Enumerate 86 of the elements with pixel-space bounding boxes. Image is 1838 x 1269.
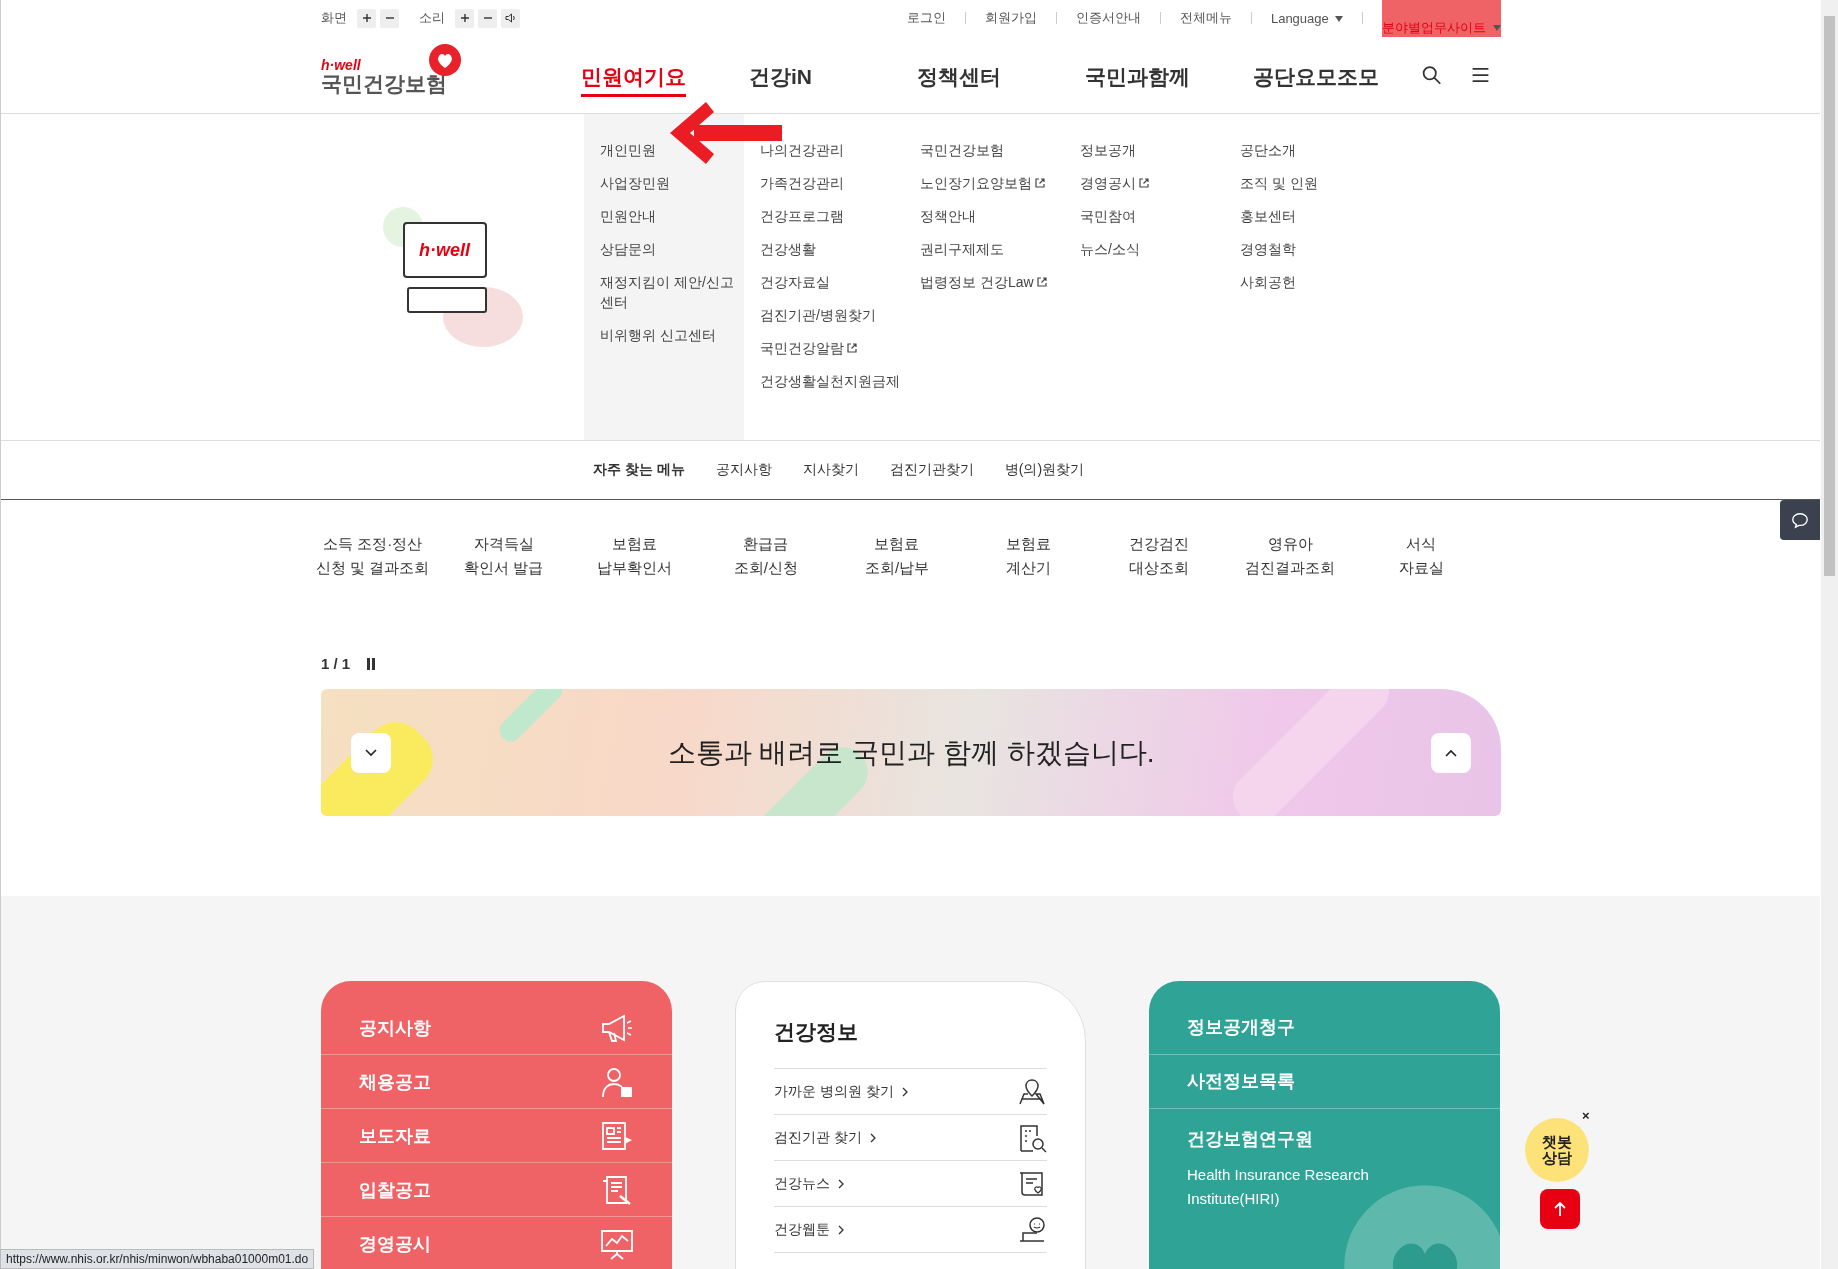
quick-link[interactable]: 병(의)원찾기 [1004, 461, 1085, 479]
submenu-link[interactable]: 법령정보 건강Law [920, 272, 1064, 292]
volume-down-button[interactable] [478, 8, 497, 28]
speaker-button[interactable] [501, 8, 520, 28]
health-link[interactable]: 검진기관 찾기 [774, 1115, 1047, 1161]
submenu-link[interactable]: 경영공시 [1080, 173, 1224, 193]
submenu-link[interactable]: 상담문의 [600, 239, 744, 259]
nav-tab[interactable]: 민원여기요 [581, 52, 749, 97]
nav-tab[interactable]: 공단요모조모 [1253, 52, 1421, 97]
chevron-down-icon [365, 748, 377, 757]
utility-link[interactable]: 회원가입 [984, 9, 1037, 27]
speaker-icon [504, 13, 517, 23]
submenu-link[interactable]: 경영철학 [1240, 239, 1384, 259]
zoom-in-button[interactable] [357, 8, 376, 28]
chevron-right-icon [901, 1086, 908, 1097]
arrow-up-icon [1553, 1201, 1567, 1217]
submenu-link[interactable]: 권리구제제도 [920, 239, 1064, 259]
zoom-out-button[interactable] [380, 8, 399, 28]
plus-icon [361, 13, 372, 23]
utility-link[interactable]: 로그인 [906, 9, 946, 27]
megaphone-icon [600, 1012, 634, 1043]
submenu-link[interactable]: 노인장기요양보험 [920, 173, 1064, 193]
pause-icon[interactable] [366, 657, 377, 670]
slide-counter: 1 / 1 [321, 655, 351, 672]
laptop-chat-icon [1017, 1214, 1047, 1245]
quick-link[interactable]: 공지사항 [715, 461, 772, 479]
caret-icon [1335, 15, 1344, 22]
scroll-top-button[interactable] [1540, 1189, 1580, 1229]
health-link[interactable]: 가까운 병의원 찾기 [774, 1069, 1047, 1115]
quick-link[interactable]: 검진기관찾기 [889, 461, 974, 479]
chat-side-button[interactable] [1780, 500, 1820, 540]
submenu-link[interactable]: 검진기관/병원찾기 [760, 305, 904, 325]
quick-link[interactable]: 지사찾기 [802, 461, 859, 479]
submenu-link[interactable]: 나의건강관리 [760, 140, 904, 160]
utility-link[interactable]: 전체메뉴 [1179, 9, 1232, 27]
submenu-link[interactable]: 국민참여 [1080, 206, 1224, 226]
submenu-link[interactable]: 건강프로그램 [760, 206, 904, 226]
submenu-link[interactable]: 국민건강보험 [920, 140, 1064, 160]
zoom-label: 화면 [321, 9, 347, 27]
submenu-link[interactable]: 정보공개 [1080, 140, 1224, 160]
submenu-link[interactable]: 재정지킴이 제안/신고센터 [600, 272, 744, 312]
submenu-link[interactable]: 국민건강알람 [760, 338, 904, 358]
submenu-link[interactable]: 뉴스/소식 [1080, 239, 1224, 259]
nav-tab[interactable]: 국민과함께 [1085, 52, 1253, 97]
volume-up-button[interactable] [455, 8, 474, 28]
nav-tab[interactable]: 건강iN [749, 52, 917, 97]
logo-tagline: h·well [321, 57, 362, 72]
logo-name[interactable]: 국민건강보험 [321, 71, 461, 96]
health-link[interactable]: 건강웹툰 [774, 1207, 1047, 1253]
status-url: https://www.nhis.or.kr/nhis/minwon/wbhaba01000m01.do [0, 1249, 315, 1269]
submenu-link[interactable]: 개인민원 [600, 140, 744, 160]
plus-icon [459, 13, 470, 23]
submenu-link[interactable]: 비위행위 신고센터 [600, 325, 744, 345]
chevron-right-icon [869, 1132, 876, 1143]
submenu-link[interactable]: 건강생활실천지원금제 [760, 371, 904, 391]
submenu-link[interactable]: 조직 및 인원 [1240, 173, 1384, 193]
building-search-icon [1017, 1122, 1047, 1153]
card-title: 건강정보 [774, 1019, 859, 1045]
submenu-link[interactable]: 공단소개 [1240, 140, 1384, 160]
submenu-link[interactable]: 민원안내 [600, 206, 744, 226]
newspaper-icon [600, 1119, 634, 1152]
submenu-link[interactable]: 홍보센터 [1240, 206, 1384, 226]
service-link[interactable]: 소득 조정·정산 신청 및 결과조회 [293, 532, 453, 580]
chart-board-icon [600, 1227, 634, 1260]
quick-menu-title: 자주 찾는 메뉴 [593, 461, 685, 479]
chevron-right-icon [838, 1178, 844, 1189]
submenu-link[interactable]: 사업장민원 [600, 173, 744, 193]
chat-bubble-icon [1791, 511, 1809, 529]
caret-icon [1493, 25, 1501, 31]
banner-text: 소통과 배려로 국민과 함께 하겠습니다. [667, 735, 1155, 770]
nav-tab[interactable]: 정책센터 [917, 52, 1085, 97]
utility-link[interactable]: 인증서안내 [1075, 9, 1141, 27]
scrollbar[interactable] [1821, 0, 1838, 1269]
health-link[interactable]: 건강뉴스 [774, 1161, 1047, 1207]
institute-subtitle: Health Insurance Research Institute(HIRI) [1187, 1165, 1370, 1209]
submenu-link[interactable]: 사회공헌 [1240, 272, 1384, 292]
monitor-screen: h·well [402, 222, 487, 278]
map-pin-icon [1017, 1076, 1047, 1107]
chevron-up-icon [1445, 748, 1457, 757]
language-dropdown[interactable]: Language [1270, 10, 1344, 26]
submenu-link[interactable]: 건강생활 [760, 239, 904, 259]
submenu-link[interactable]: 건강자료실 [760, 272, 904, 292]
submenu-link[interactable]: 가족건강관리 [760, 173, 904, 193]
chevron-right-icon [838, 1224, 844, 1235]
submenu-link[interactable]: 정책안내 [920, 206, 1064, 226]
sound-label: 소리 [419, 9, 445, 27]
